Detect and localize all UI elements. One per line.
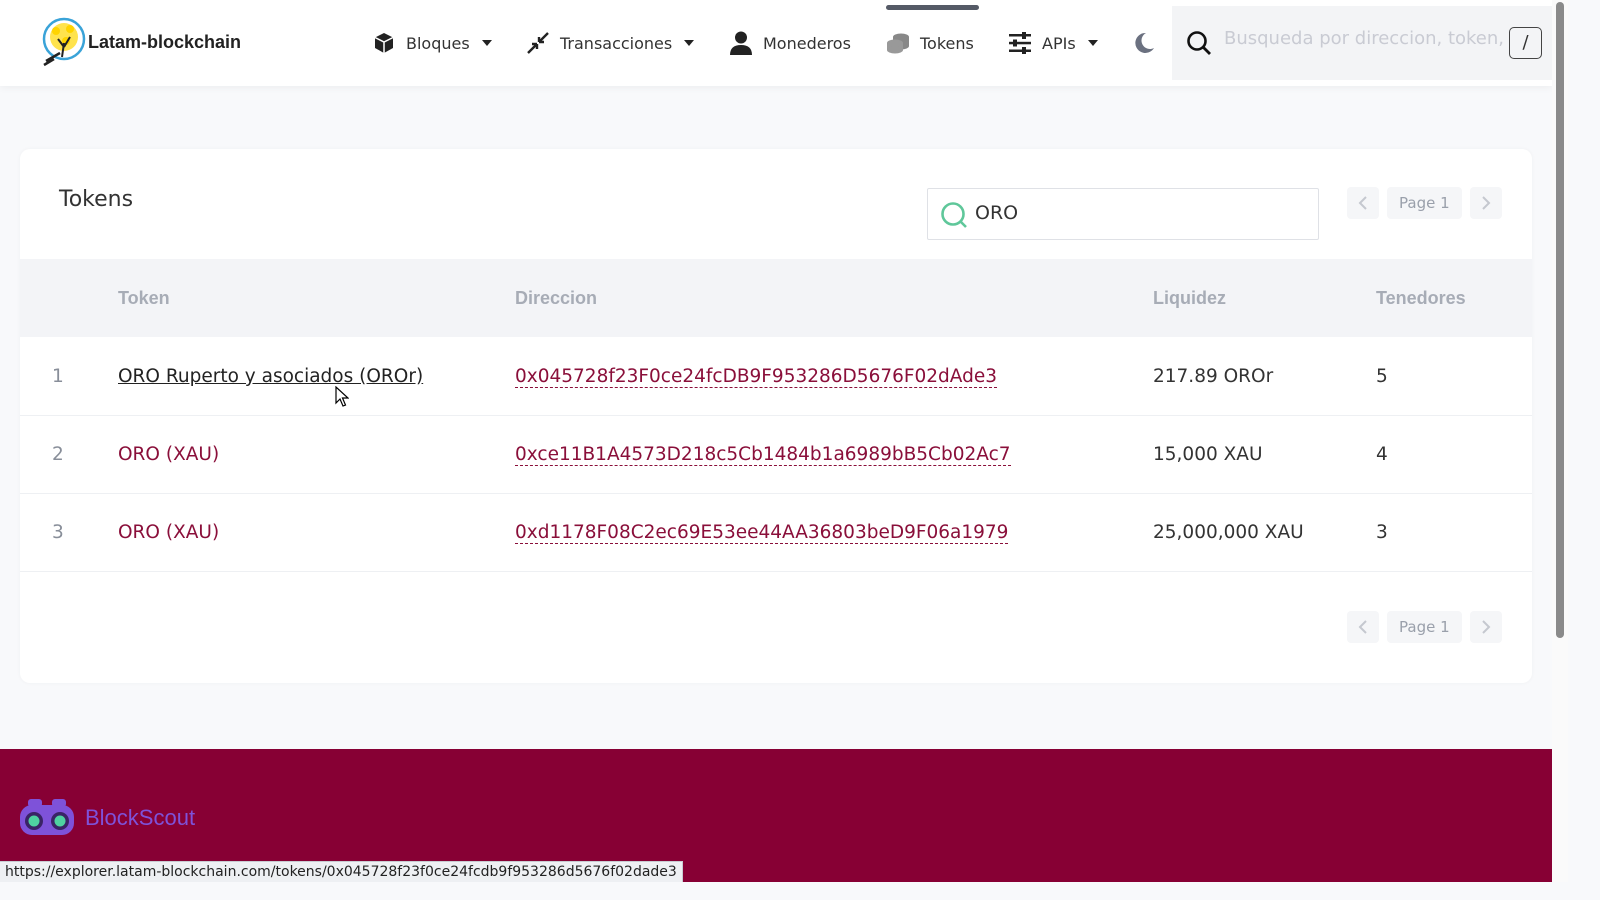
token-liquidity: 25,000,000 XAU [1153, 522, 1304, 543]
token-liquidity: 217.89 OROr [1153, 366, 1274, 387]
token-holders: 4 [1376, 444, 1388, 465]
tokens-card: Tokens ORO Page 1 Token Direccion Liquid… [20, 149, 1532, 683]
table-header: Token Direccion Liquidez Tenedores [20, 259, 1532, 337]
column-header-liquidez: Liquidez [1153, 288, 1226, 308]
token-filter-input[interactable]: ORO [927, 188, 1319, 240]
chevron-down-icon [1087, 40, 1098, 46]
token-address-link[interactable]: 0x045728f23F0ce24fcDB9F953286D5676F02dAd… [515, 367, 998, 388]
chevron-down-icon [684, 40, 695, 46]
top-navbar: Latam-blockchain Bloques Transacciones M… [0, 0, 1554, 86]
filter-value: ORO [975, 202, 1019, 224]
page-title: Tokens [59, 187, 134, 212]
brand-name: Latam-blockchain [88, 31, 242, 52]
token-liquidity: 15,000 XAU [1153, 444, 1263, 465]
nav-label: Monederos [763, 33, 851, 53]
footer-brand-name[interactable]: BlockScout [85, 805, 195, 831]
nav-transacciones[interactable]: Transacciones [526, 0, 695, 86]
nav-label: Bloques [406, 33, 470, 53]
search-icon [941, 202, 967, 228]
theme-toggle-button[interactable] [1132, 0, 1156, 86]
row-index: 3 [52, 522, 64, 543]
nav-tokens[interactable]: Tokens [886, 0, 974, 86]
nav-bloques[interactable]: Bloques [372, 0, 492, 86]
blockscout-logo [20, 799, 74, 835]
page-scrollbar[interactable] [1552, 0, 1568, 882]
search-shortcut-key: / [1509, 27, 1542, 59]
page-indicator: Page 1 [1387, 187, 1462, 219]
pagination-bottom: Page 1 [1347, 611, 1502, 643]
mouse-cursor-icon [335, 386, 349, 407]
search-icon [1187, 31, 1211, 55]
token-address-link[interactable]: 0xd1178F08C2ec69E53ee44AA36803beD9F06a19… [515, 523, 1009, 544]
chevron-right-icon [1481, 196, 1491, 210]
nav-label: APIs [1042, 33, 1076, 53]
chevron-down-icon [481, 40, 492, 46]
nav-apis[interactable]: APIs [1008, 0, 1098, 86]
table-row: 2 ORO (XAU) 0xce11B1A4573D218c5Cb1484b1a… [20, 416, 1532, 494]
token-holders: 5 [1376, 366, 1388, 387]
search-input[interactable]: Busqueda por direccion, token, nombre [1224, 28, 1506, 58]
pagination-top: Page 1 [1347, 187, 1502, 219]
token-name-link[interactable]: ORO (XAU) [118, 522, 219, 543]
token-holders: 3 [1376, 522, 1388, 543]
nav-label: Transacciones [560, 33, 673, 53]
token-name-link[interactable]: ORO Ruperto y asociados (OROr) [118, 366, 423, 387]
next-page-button[interactable] [1469, 187, 1502, 219]
user-icon [729, 31, 753, 55]
token-name-link[interactable]: ORO (XAU) [118, 444, 219, 465]
chevron-right-icon [1481, 620, 1491, 634]
prev-page-button[interactable] [1347, 611, 1379, 643]
latam-blockchain-logo [42, 17, 86, 67]
scrollbar-thumb[interactable] [1556, 2, 1564, 638]
row-index: 1 [52, 366, 64, 387]
arrows-exchange-icon [526, 31, 550, 55]
link-status-bar: https://explorer.latam-blockchain.com/to… [0, 861, 683, 882]
nav-label: Tokens [920, 33, 974, 53]
token-address-link[interactable]: 0xce11B1A4573D218c5Cb1484b1a6989bB5Cb02A… [515, 445, 1011, 466]
row-index: 2 [52, 444, 64, 465]
moon-icon [1135, 32, 1154, 53]
coins-icon [886, 31, 910, 55]
table-row: 3 ORO (XAU) 0xd1178F08C2ec69E53ee44AA368… [20, 494, 1532, 572]
column-header-direccion: Direccion [515, 288, 598, 308]
cube-icon [372, 31, 396, 55]
table-row: 1 ORO Ruperto y asociados (OROr) 0x04572… [20, 338, 1532, 416]
column-header-tenedores: Tenedores [1376, 288, 1466, 308]
page-indicator: Page 1 [1387, 611, 1462, 643]
sliders-icon [1008, 31, 1032, 55]
nav-monederos[interactable]: Monederos [729, 0, 851, 86]
next-page-button[interactable] [1469, 611, 1502, 643]
chevron-left-icon [1358, 196, 1367, 210]
column-header-token: Token [118, 288, 170, 308]
prev-page-button[interactable] [1347, 187, 1379, 219]
brand-link[interactable]: Latam-blockchain [40, 17, 241, 67]
global-search: Busqueda por direccion, token, nombre / [1172, 6, 1554, 80]
chevron-left-icon [1358, 620, 1367, 634]
